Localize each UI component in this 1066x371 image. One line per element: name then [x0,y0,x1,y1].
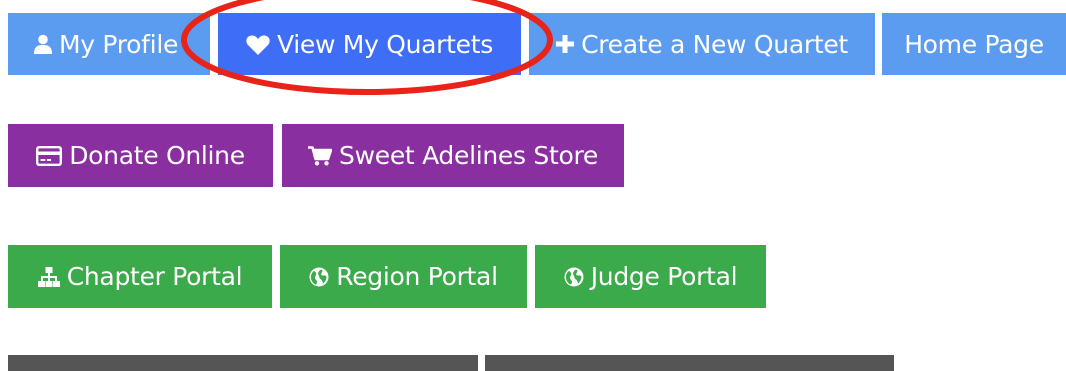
shopping-cart-icon [308,145,333,166]
heart-icon [246,34,270,55]
view-quartets-label: View My Quartets [277,29,493,59]
chapter-portal-button[interactable]: Chapter Portal [8,245,272,308]
home-page-label: Home Page [904,29,1044,59]
dark-button-right[interactable] [485,355,894,371]
globe-icon [309,267,329,287]
dark-button-left[interactable] [8,355,478,371]
judge-portal-label: Judge Portal [590,262,738,291]
globe-icon [564,267,584,287]
view-quartets-button[interactable]: View My Quartets [218,13,521,75]
region-portal-button[interactable]: Region Portal [280,245,527,308]
store-label: Sweet Adelines Store [339,141,598,170]
region-portal-label: Region Portal [336,262,498,291]
store-button[interactable]: Sweet Adelines Store [282,124,624,187]
judge-portal-button[interactable]: Judge Portal [535,245,766,308]
donate-online-button[interactable]: Donate Online [8,124,273,187]
my-profile-button[interactable]: My Profile [8,13,210,75]
home-page-button[interactable]: Home Page [882,13,1066,75]
my-profile-label: My Profile [59,29,179,59]
create-quartet-label: Create a New Quartet [581,29,848,59]
plus-icon [556,35,575,53]
create-quartet-button[interactable]: Create a New Quartet [529,13,875,75]
chapter-portal-label: Chapter Portal [66,262,243,291]
sitemap-icon [37,266,60,287]
user-icon [34,34,52,54]
credit-card-icon [36,145,63,166]
donate-online-label: Donate Online [69,141,245,170]
